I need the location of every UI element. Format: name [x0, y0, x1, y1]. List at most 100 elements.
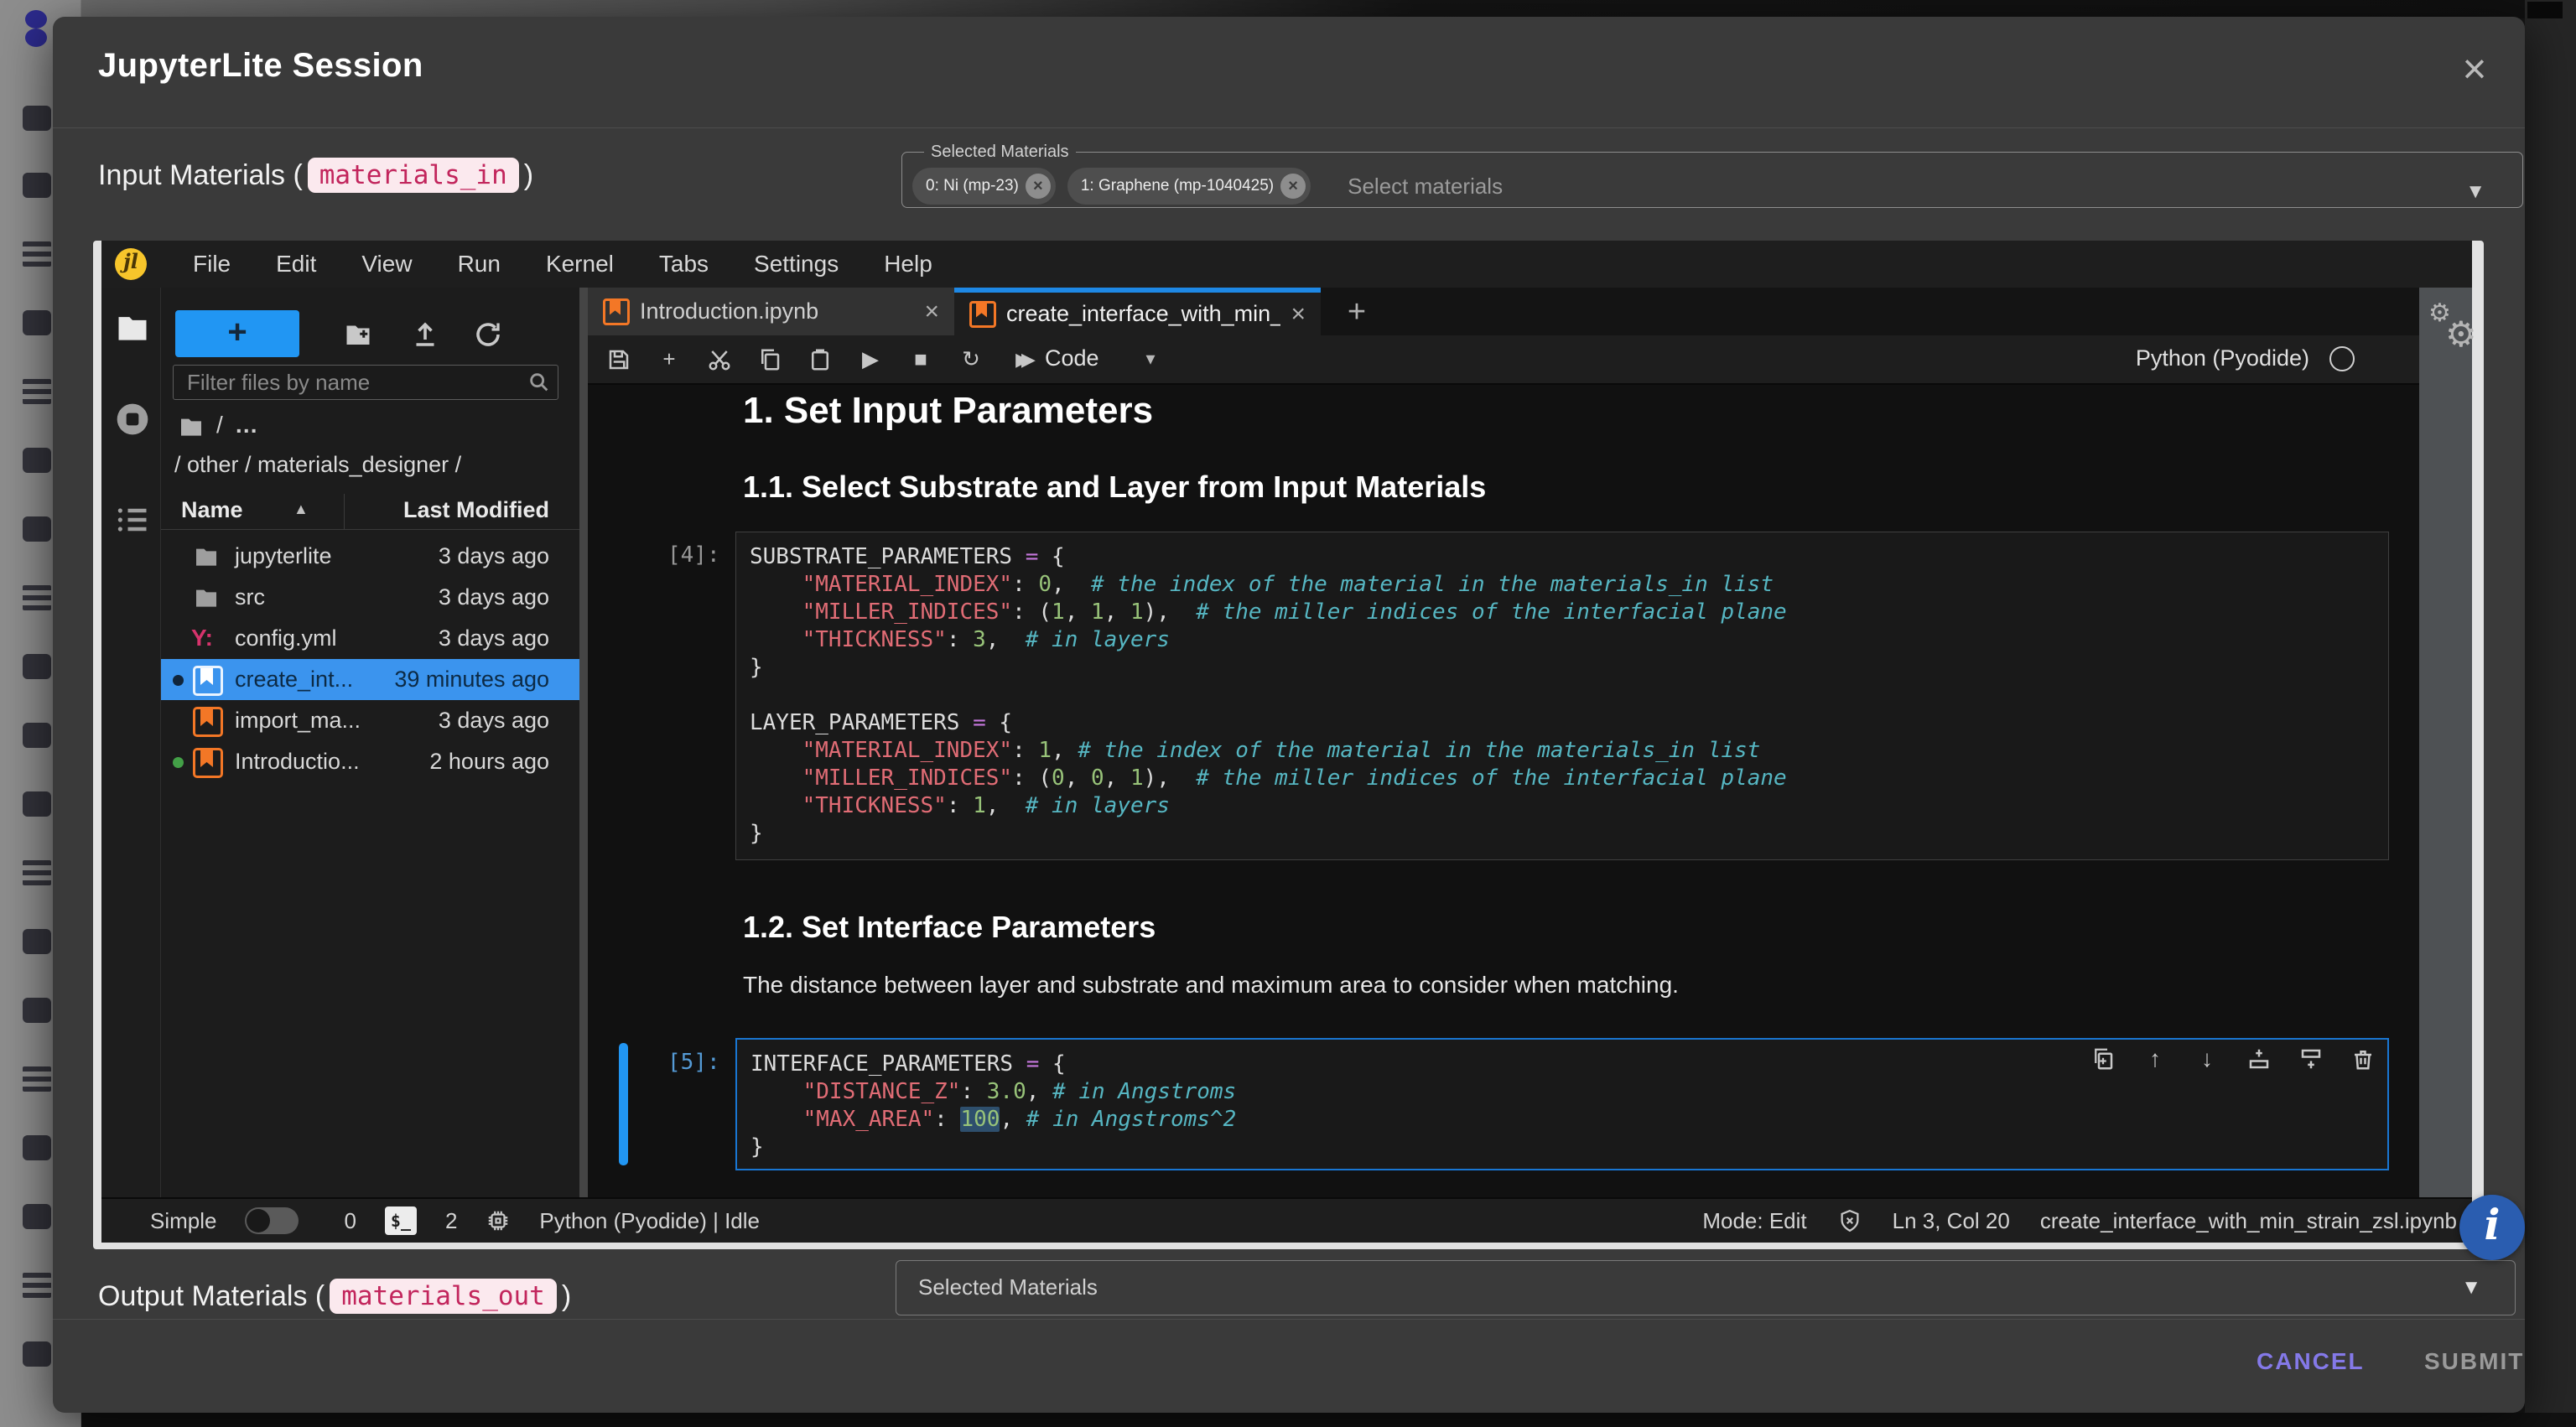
terminal-icon[interactable]: $_: [385, 1206, 417, 1235]
kernel-status-idle-icon: [2329, 346, 2355, 371]
new-folder-icon[interactable]: [343, 319, 373, 350]
background-app-icon: [23, 310, 51, 335]
insert-cell-below-icon[interactable]: [2298, 1046, 2324, 1072]
notebook-mode[interactable]: Mode: Edit: [1702, 1208, 1806, 1234]
menu-tabs[interactable]: Tabs: [636, 241, 731, 287]
kernel-status-text[interactable]: Python (Pyodide) | Idle: [539, 1208, 760, 1234]
cell-type-select[interactable]: Code ▾: [1045, 345, 1156, 371]
panel-splitter[interactable]: [579, 288, 588, 1199]
dropdown-caret-icon[interactable]: ▼: [2461, 1276, 2481, 1300]
file-row-config[interactable]: Y: config.yml 3 days ago: [161, 618, 579, 659]
new-tab-button[interactable]: +: [1338, 294, 1375, 330]
chip-remove-icon[interactable]: ×: [1026, 174, 1051, 199]
background-app-icon: [23, 860, 51, 885]
breadcrumb-ellipsis[interactable]: …: [235, 412, 260, 438]
kernel-indicator[interactable]: Python (Pyodide): [2136, 345, 2355, 371]
file-browser-tab-icon[interactable]: [114, 309, 151, 346]
simple-mode-toggle[interactable]: [245, 1207, 299, 1234]
move-cell-up-icon[interactable]: ↑: [2142, 1046, 2168, 1072]
refresh-icon[interactable]: [473, 319, 503, 350]
file-row-create-interface-selected[interactable]: create_int... 39 minutes ago: [161, 659, 579, 700]
trust-shield-icon[interactable]: [1837, 1208, 1862, 1233]
output-materials-label: Output Materials (materials_out): [98, 1279, 571, 1314]
input-materials-label: Input Materials (materials_in): [98, 158, 533, 193]
restart-run-all-icon[interactable]: ▶▶: [1007, 345, 1036, 374]
column-name[interactable]: Name: [181, 497, 243, 523]
cursor-position[interactable]: Ln 3, Col 20: [1893, 1208, 2010, 1234]
code-cell-5-active[interactable]: ↑ ↓ INTERFACE_PARAMETERS = {: [735, 1038, 2389, 1170]
tab-bar: Introduction.ipynb × create_interface_wi…: [588, 288, 2472, 335]
move-cell-down-icon[interactable]: ↓: [2194, 1046, 2220, 1072]
dropdown-caret-icon[interactable]: ▼: [2465, 180, 2485, 204]
background-app-icon: [23, 1341, 51, 1367]
insert-cell-above-icon[interactable]: [2246, 1046, 2272, 1072]
tab-create-interface-active[interactable]: create_interface_with_min_ ×: [954, 288, 1321, 335]
notebook-file-icon: [969, 301, 996, 328]
file-row-jupyterlite[interactable]: jupyterlite 3 days ago: [161, 536, 579, 577]
background-app-icon: [23, 654, 51, 679]
paste-icon[interactable]: [806, 345, 834, 374]
sort-ascending-icon[interactable]: ▲: [293, 501, 309, 518]
tab-close-icon[interactable]: ×: [924, 298, 939, 326]
status-filename[interactable]: create_interface_with_min_strain_zsl.ipy…: [2040, 1208, 2457, 1234]
breadcrumb[interactable]: / …: [178, 412, 260, 438]
background-right-strip: [2525, 0, 2576, 1427]
table-of-contents-icon[interactable]: [114, 501, 151, 538]
notebook-file-icon: [193, 707, 223, 737]
select-materials-placeholder: Select materials: [1348, 174, 1503, 200]
new-launcher-button[interactable]: +: [175, 310, 299, 357]
insert-cell-icon[interactable]: +: [655, 345, 683, 374]
column-last-modified[interactable]: Last Modified: [403, 497, 549, 523]
menu-view[interactable]: View: [339, 241, 434, 287]
file-filter-box[interactable]: [173, 365, 558, 400]
background-app-icon: [23, 379, 51, 404]
chip-remove-icon[interactable]: ×: [1280, 174, 1306, 199]
material-chip[interactable]: 0: Ni (mp-23) ×: [912, 168, 1056, 205]
background-window-tab: [2527, 2, 2563, 18]
stop-icon[interactable]: ■: [906, 345, 935, 374]
jupyter-menubar: jl File Edit View Run Kernel Tabs Settin…: [101, 241, 2472, 289]
info-button[interactable]: i: [2459, 1195, 2525, 1260]
menu-run[interactable]: Run: [435, 241, 523, 287]
save-icon[interactable]: [605, 345, 633, 374]
file-row-introduction[interactable]: Introductio... 2 hours ago: [161, 741, 579, 782]
delete-cell-icon[interactable]: [2350, 1046, 2376, 1072]
duplicate-cell-icon[interactable]: [2090, 1046, 2116, 1072]
copy-icon[interactable]: [756, 345, 784, 374]
folder-icon: [193, 584, 220, 610]
jupyterlite-logo-icon: jl: [115, 248, 147, 280]
kernel-count[interactable]: 0: [344, 1208, 356, 1234]
cancel-button[interactable]: CANCEL: [2257, 1348, 2365, 1375]
menu-help[interactable]: Help: [861, 241, 955, 287]
notebook-scrollbar[interactable]: [2419, 288, 2472, 1199]
widget-settings-gears-icon[interactable]: ⚙⚙: [2428, 298, 2487, 357]
running-sessions-icon[interactable]: [114, 401, 151, 438]
file-row-import-material[interactable]: import_ma... 3 days ago: [161, 700, 579, 741]
upload-icon[interactable]: [410, 319, 440, 350]
background-app-icon: [23, 516, 51, 542]
run-icon[interactable]: ▶: [856, 345, 885, 374]
home-folder-icon[interactable]: [178, 413, 205, 437]
menu-edit[interactable]: Edit: [253, 241, 339, 287]
screen: JupyterLite Session × Input Materials (m…: [0, 0, 2576, 1427]
selected-materials-input[interactable]: Selected Materials 0: Ni (mp-23) × 1: Gr…: [901, 143, 2523, 208]
menu-kernel[interactable]: Kernel: [523, 241, 636, 287]
cut-icon[interactable]: [705, 345, 734, 374]
output-materials-select[interactable]: Selected Materials ▼: [896, 1260, 2516, 1315]
selected-materials-legend: Selected Materials: [924, 143, 1076, 162]
terminal-count[interactable]: 2: [445, 1208, 457, 1234]
material-chip[interactable]: 1: Graphene (mp-1040425) ×: [1067, 168, 1311, 205]
breadcrumb-path[interactable]: / other / materials_designer /: [174, 452, 461, 478]
tab-close-icon[interactable]: ×: [1291, 300, 1306, 329]
file-row-src[interactable]: src 3 days ago: [161, 577, 579, 618]
menu-settings[interactable]: Settings: [731, 241, 861, 287]
active-cell-collapse-bar[interactable]: [619, 1043, 628, 1165]
menu-file[interactable]: File: [170, 241, 253, 287]
close-icon[interactable]: ×: [2451, 45, 2498, 92]
restart-kernel-icon[interactable]: ↻: [957, 345, 985, 374]
submit-button[interactable]: SUBMIT: [2424, 1348, 2524, 1375]
tab-introduction[interactable]: Introduction.ipynb ×: [588, 288, 954, 335]
code-cell-4[interactable]: SUBSTRATE_PARAMETERS = { "MATERIAL_INDEX…: [735, 532, 2389, 860]
file-filter-input[interactable]: [185, 367, 507, 397]
jupyterlab-widget: jl File Edit View Run Kernel Tabs Settin…: [93, 241, 2484, 1249]
